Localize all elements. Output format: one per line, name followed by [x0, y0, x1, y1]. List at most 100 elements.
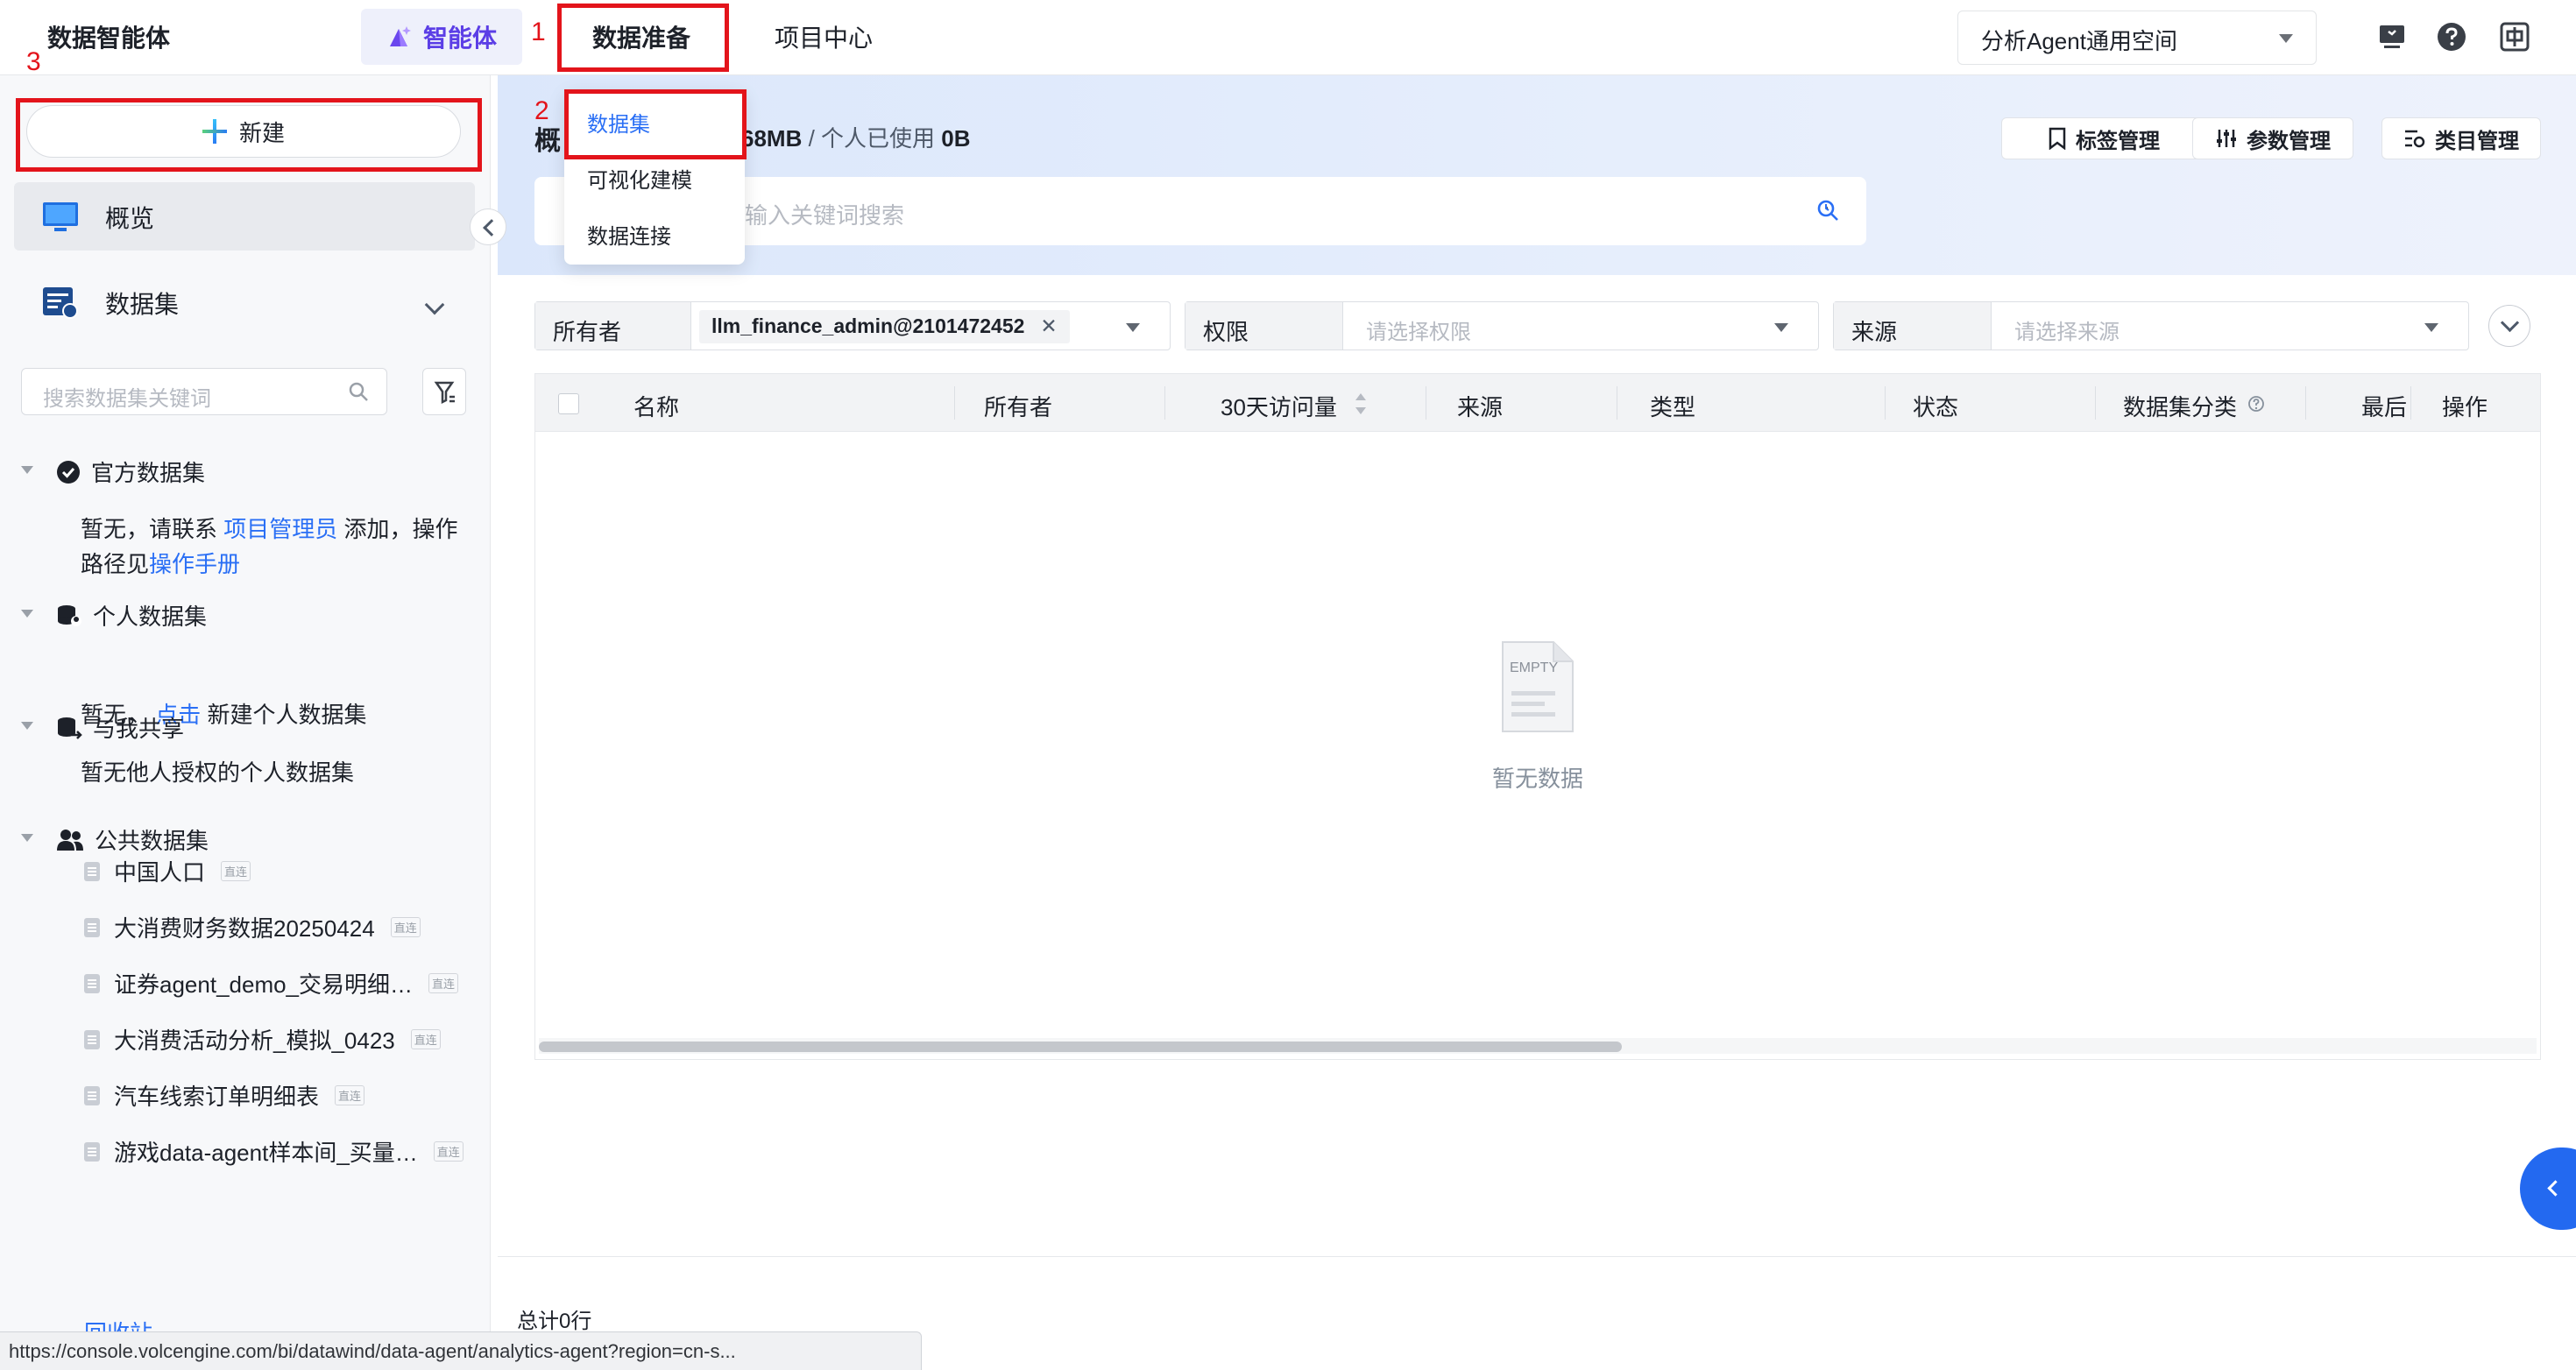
column-header-source[interactable]: 来源 [1457, 390, 1503, 422]
tree-shared-with-me[interactable]: 与我共享 [56, 711, 184, 744]
dataset-table: 名称 所有者 30天访问量 来源 类型 状态 数据集分类 最后 操作 EMPTY… [534, 373, 2541, 1060]
footer-divider [498, 1256, 2576, 1257]
language-icon[interactable] [2499, 21, 2530, 53]
public-dataset-item[interactable]: 游戏data-agent样本间_买量… 直连 [84, 1135, 464, 1168]
bookmark-icon [2049, 127, 2066, 150]
public-dataset-name: 证券agent_demo_交易明细… [114, 971, 414, 998]
source-filter-label: 来源 [1834, 302, 1992, 350]
direct-badge: 直连 [433, 1141, 464, 1162]
parameter-management-label: 参数管理 [2247, 129, 2331, 153]
agent-icon [389, 26, 411, 46]
public-dataset-item[interactable]: 中国人口 直连 [84, 855, 251, 887]
source-filter[interactable]: 来源 请选择来源 [1833, 301, 2469, 350]
direct-badge: 直连 [390, 917, 421, 937]
public-dataset-item[interactable]: 汽车线索订单明细表 直连 [84, 1079, 365, 1112]
column-divider [954, 386, 955, 420]
workspace-select[interactable]: 分析Agent通用空间 [1957, 11, 2317, 65]
direct-badge: 直连 [335, 1085, 365, 1105]
sidebar-item-datasets[interactable]: 数据集 [42, 286, 179, 321]
owner-filter-label: 所有者 [535, 302, 691, 350]
group-users-icon [57, 829, 83, 851]
sort-icon[interactable] [1354, 392, 1368, 416]
tree-personal-datasets[interactable]: 个人数据集 [56, 599, 207, 632]
public-dataset-item[interactable]: 证券agent_demo_交易明细… 直连 [84, 967, 459, 999]
table-icon [84, 1141, 100, 1162]
close-icon[interactable]: ✕ [1040, 314, 1057, 339]
sidebar-item-overview[interactable]: 概览 [14, 182, 475, 251]
tree-public-datasets[interactable]: 公共数据集 [56, 823, 209, 856]
direct-badge: 直连 [221, 861, 251, 881]
table-header: 名称 所有者 30天访问量 来源 类型 状态 数据集分类 最后 操作 [535, 374, 2540, 432]
permission-filter-placeholder: 请选择权限 [1366, 321, 1471, 344]
shared-empty-note: 暂无他人授权的个人数据集 [81, 759, 355, 786]
column-header-actions: 操作 [2442, 394, 2488, 420]
permission-filter-label: 权限 [1185, 302, 1343, 350]
table-icon [84, 973, 100, 993]
sidebar-item-overview-label: 概览 [105, 205, 155, 232]
table-icon [84, 917, 100, 937]
category-management-button[interactable]: 类目管理 [2381, 117, 2541, 159]
empty-document-icon: EMPTY [1502, 641, 1574, 732]
tab-project-center[interactable]: 项目中心 [775, 19, 873, 54]
public-dataset-item[interactable]: 大消费财务数据20250424 直连 [84, 911, 421, 943]
source-filter-placeholder: 请选择来源 [2014, 321, 2120, 344]
public-dataset-name: 游戏data-agent样本间_买量… [114, 1140, 418, 1166]
annotation-box-2 [564, 89, 747, 159]
column-header-category[interactable]: 数据集分类 [2123, 390, 2237, 422]
chevron-down-icon[interactable] [424, 294, 445, 315]
personal-note-text: 新建个人数据集 [207, 702, 367, 728]
direct-badge: 直连 [428, 973, 459, 993]
monitor-icon [43, 202, 78, 231]
collapse-triangle-icon[interactable] [21, 834, 33, 842]
parameter-management-button[interactable]: 参数管理 [2192, 117, 2353, 159]
tree-official-datasets[interactable]: 官方数据集 [56, 455, 205, 488]
help-icon[interactable] [2436, 21, 2467, 53]
project-admin-link[interactable]: 项目管理员 [223, 516, 337, 542]
annotation-number-2: 2 [534, 96, 549, 125]
shared-db-icon [58, 717, 82, 739]
column-divider [2305, 386, 2306, 420]
manual-link[interactable]: 操作手册 [149, 551, 240, 577]
filter-button[interactable] [422, 368, 466, 415]
floating-expand-button[interactable] [2520, 1148, 2576, 1230]
tag-management-label: 标签管理 [2076, 129, 2160, 153]
dataset-icon [43, 287, 78, 319]
column-header-name[interactable]: 名称 [633, 390, 679, 422]
column-header-visits[interactable]: 30天访问量 [1221, 390, 1337, 422]
tab-agent[interactable]: 智能体 [361, 9, 522, 65]
collapse-triangle-icon[interactable] [21, 610, 33, 618]
screen-icon[interactable] [2376, 21, 2408, 53]
table-icon [84, 861, 100, 881]
info-icon[interactable] [2247, 395, 2265, 413]
column-header-last[interactable]: 最后 [2361, 390, 2407, 422]
chevron-down-icon [2424, 323, 2438, 332]
app-title: 数据智能体 [47, 25, 171, 52]
column-header-owner[interactable]: 所有者 [984, 390, 1052, 422]
permission-filter[interactable]: 权限 请选择权限 [1185, 301, 1819, 350]
public-dataset-name: 大消费财务数据20250424 [114, 915, 375, 942]
column-header-type[interactable]: 类型 [1650, 390, 1695, 422]
tag-management-button[interactable]: 标签管理 [2001, 117, 2206, 159]
select-all-checkbox[interactable] [558, 393, 579, 414]
horizontal-scrollbar[interactable] [539, 1042, 1622, 1052]
storage-quota: 68MB / 个人已使用 0B [741, 121, 971, 153]
tab-data-prep[interactable]: 数据准备 [592, 19, 690, 54]
menu-item-visual-modeling[interactable]: 可视化建模 [587, 163, 692, 194]
collapse-triangle-icon[interactable] [21, 466, 33, 474]
search-icon[interactable] [1815, 198, 1840, 222]
annotation-number-1: 1 [531, 18, 546, 46]
sidebar-item-datasets-label: 数据集 [105, 291, 180, 318]
menu-item-data-connection[interactable]: 数据连接 [587, 219, 671, 250]
public-dataset-item[interactable]: 大消费活动分析_模拟_0423 直连 [84, 1023, 441, 1056]
search-icon [349, 382, 368, 401]
dataset-search-input[interactable]: 搜索数据集关键词 [21, 368, 387, 415]
quota-personal-label: 个人已使用 [821, 125, 942, 152]
column-header-status[interactable]: 状态 [1913, 390, 1958, 422]
official-note-text: 添加，操作 [337, 516, 458, 542]
tree-public-title: 公共数据集 [95, 828, 209, 854]
workspace-select-value: 分析Agent通用空间 [1981, 28, 2177, 54]
top-navbar: 数据智能体 智能体 1 数据准备 项目中心 分析Agent通用空间 [0, 0, 2576, 75]
expand-filters-button[interactable] [2488, 305, 2530, 347]
collapse-triangle-icon[interactable] [21, 722, 33, 730]
sidebar-collapse-button[interactable] [470, 208, 506, 245]
